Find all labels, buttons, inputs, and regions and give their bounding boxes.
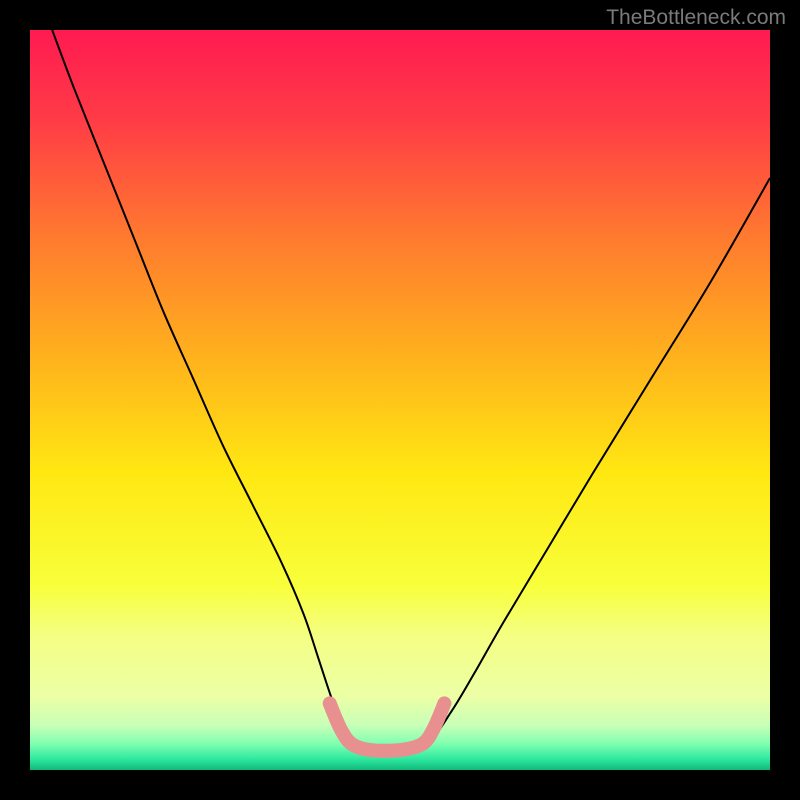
chart-background [30, 30, 770, 770]
watermark-text: TheBottleneck.com [606, 6, 786, 30]
chart-plot-area [30, 30, 770, 770]
bottleneck-chart [30, 30, 770, 770]
